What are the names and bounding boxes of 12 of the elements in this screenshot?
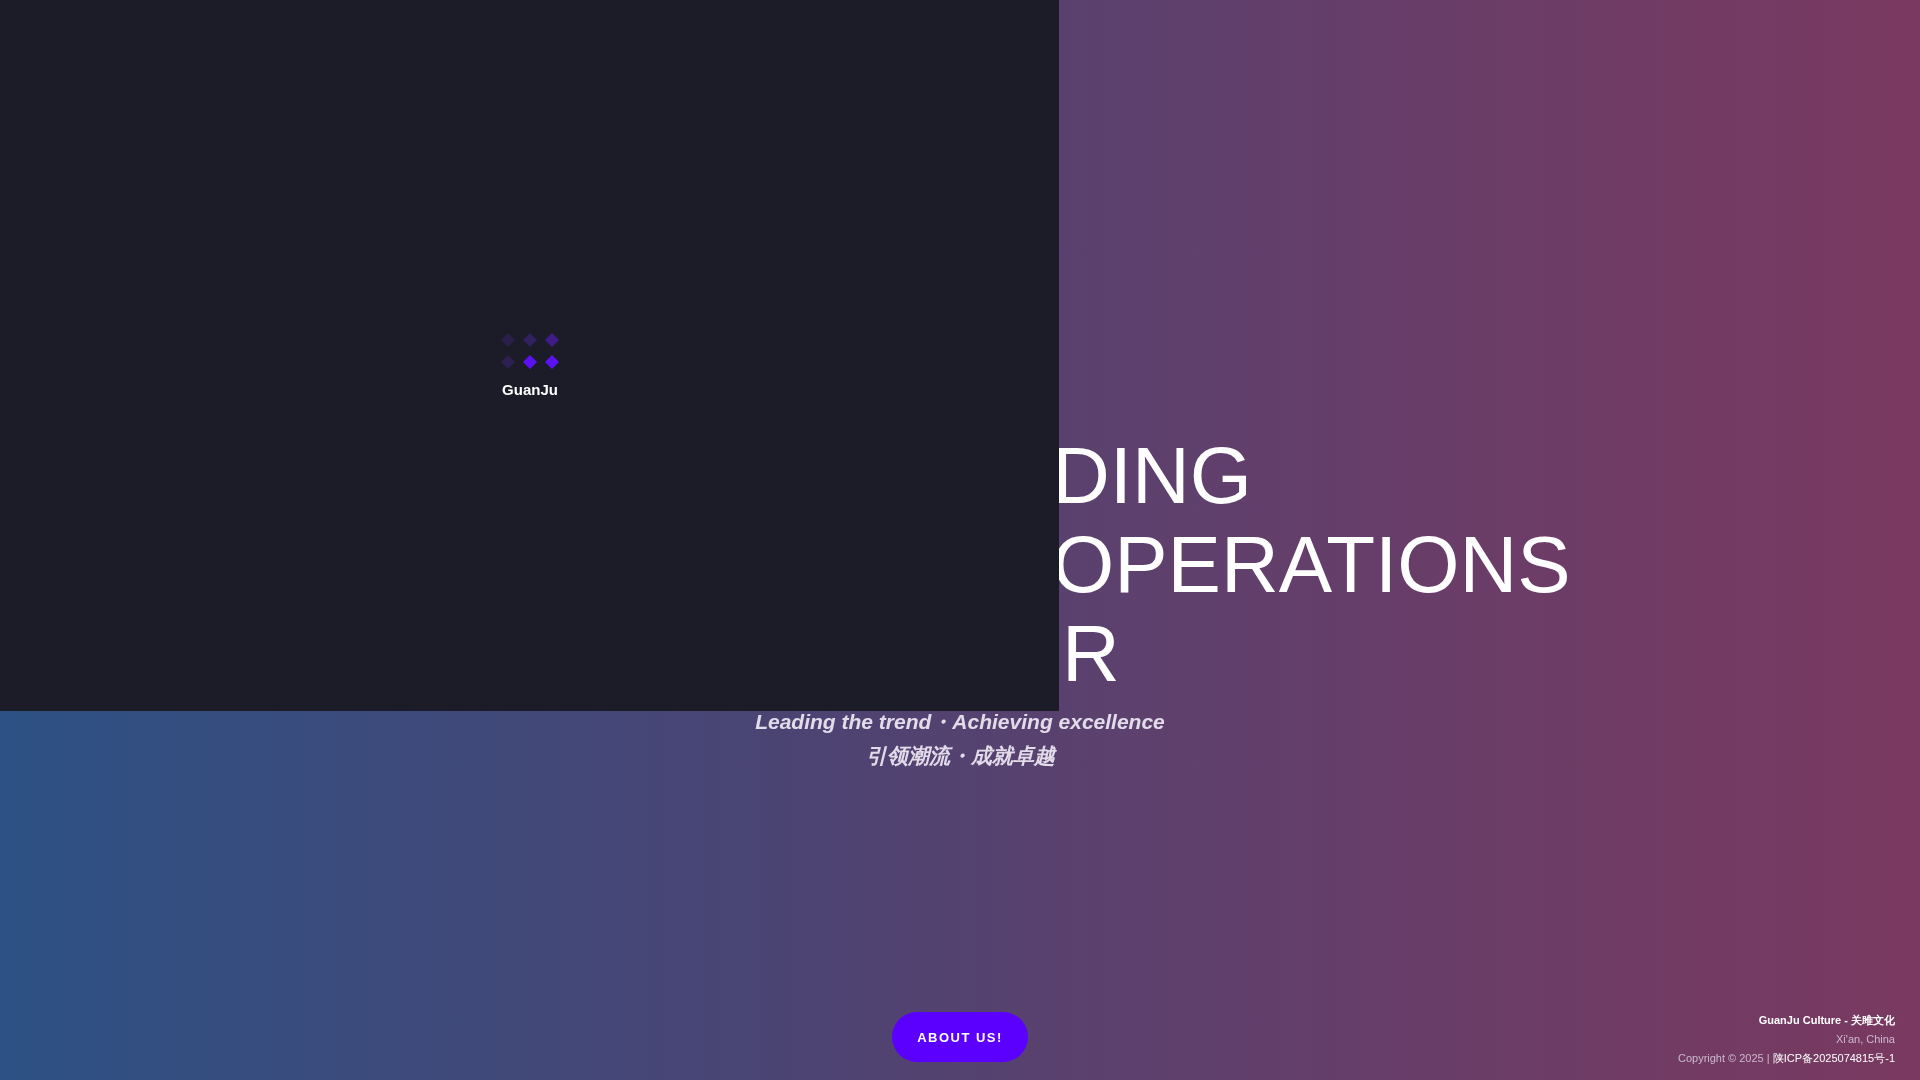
heading-text: DING <box>1052 431 1252 520</box>
icp-link[interactable]: 陕ICP备2025074815号-1 <box>1772 1052 1895 1064</box>
company-name: GuanJu Culture - 关雎文化 <box>1757 1013 1895 1028</box>
heading-text: OPERATIONS <box>1052 520 1571 609</box>
heading-text: R <box>1062 609 1120 698</box>
location-text: Xi'an, China <box>1835 1032 1895 1047</box>
tagline: 引领潮流・成就卓越 <box>865 743 1055 769</box>
loader-drawing <box>501 333 559 369</box>
about-us-button[interactable]: ABOUT US! <box>892 1012 1028 1062</box>
copyright-text: Copyright © 2025 | <box>1677 1052 1770 1064</box>
tagline: Leading the trend・Achieving excellence <box>755 709 1165 735</box>
loader-label: GuanJu <box>502 381 558 398</box>
